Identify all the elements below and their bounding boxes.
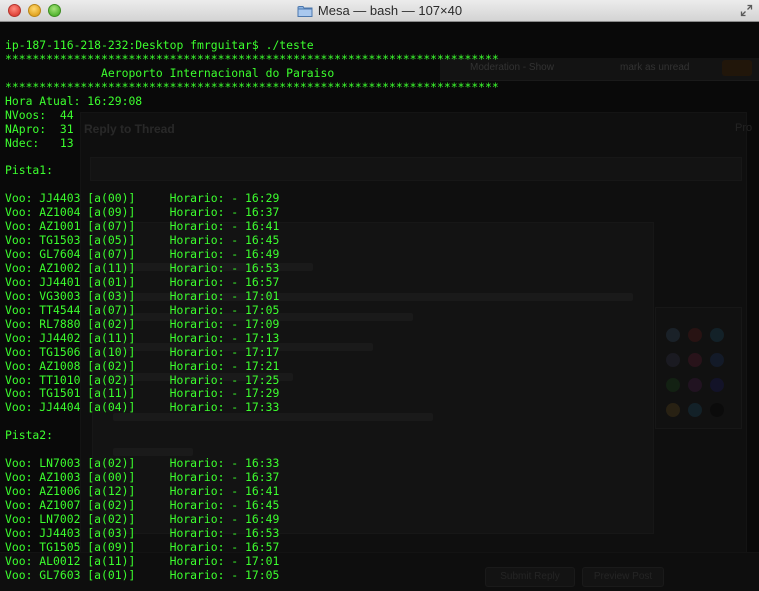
- terminal-line: Voo: AZ1007 [a(02)] Horario: - 16:45: [5, 497, 280, 512]
- terminal-line: Voo: AZ1002 [a(11)] Horario: - 16:53: [5, 261, 280, 275]
- terminal-line: Voo: TT4544 [a(07)] Horario: - 17:05: [5, 302, 280, 317]
- terminal-line: Voo: AZ1006 [a(12)] Horario: - 16:41: [5, 484, 280, 498]
- folder-icon: [297, 5, 313, 17]
- terminal-line: Voo: AZ1004 [a(09)] Horario: - 16:37: [5, 205, 280, 220]
- terminal-line: Voo: TG1503 [a(05)] Horario: - 16:45: [5, 233, 280, 248]
- terminal-line: Voo: VG3003 [a(03)] Horario: - 17:01: [5, 288, 280, 303]
- terminal-content[interactable]: ip-187-116-218-232:Desktop fmrguitar$ ./…: [0, 22, 759, 591]
- terminal-line: Voo: LN7002 [a(02)] Horario: - 16:49: [5, 511, 280, 526]
- title-bar[interactable]: Mesa — bash — 107×40: [0, 0, 759, 22]
- terminal-line: Voo: GL7604 [a(07)] Horario: - 16:49: [5, 247, 280, 262]
- terminal-line: Voo: JJ4403 [a(03)] Horario: - 16:53: [5, 525, 280, 540]
- window-title: Mesa — bash — 107×40: [317, 3, 463, 18]
- terminal-line: Voo: RL7880 [a(02)] Horario: - 17:09: [5, 316, 280, 331]
- terminal-line: Voo: AZ1008 [a(02)] Horario: - 17:21: [5, 358, 280, 373]
- terminal-line: ****************************************…: [5, 51, 499, 66]
- terminal-line: Voo: GL7603 [a(01)] Horario: - 17:05: [5, 567, 280, 582]
- terminal-line: Ndec: 13: [5, 135, 74, 150]
- terminal-line: Voo: AZ1003 [a(00)] Horario: - 16:37: [5, 470, 280, 485]
- terminal-line: Voo: JJ4404 [a(04)] Horario: - 17:33: [5, 400, 280, 415]
- terminal-output: ip-187-116-218-232:Desktop fmrguitar$ ./…: [5, 38, 499, 583]
- terminal-line: Voo: JJ4402 [a(11)] Horario: - 17:13: [5, 330, 280, 345]
- terminal-line: Voo: JJ4403 [a(00)] Horario: - 16:29: [5, 191, 280, 206]
- terminal-line: Hora Atual: 16:29:08: [5, 93, 143, 108]
- terminal-line: Voo: TG1506 [a(10)] Horario: - 17:17: [5, 344, 280, 359]
- window-title-container: Mesa — bash — 107×40: [0, 0, 759, 22]
- terminal-line: ****************************************…: [5, 79, 499, 94]
- terminal-line: Pista2:: [5, 428, 54, 443]
- terminal-line: Voo: AZ1001 [a(07)] Horario: - 16:41: [5, 219, 280, 234]
- fullscreen-arrows-icon[interactable]: [740, 4, 753, 17]
- terminal-line: Voo: TG1505 [a(09)] Horario: - 16:57: [5, 539, 280, 554]
- terminal-line: Voo: JJ4401 [a(01)] Horario: - 16:57: [5, 274, 280, 289]
- terminal-window: Mesa — bash — 107×40 Moderation - Show m…: [0, 0, 759, 591]
- terminal-line: Voo: AL0012 [a(11)] Horario: - 17:01: [5, 553, 280, 568]
- terminal-line: Voo: TT1010 [a(02)] Horario: - 17:25: [5, 372, 280, 387]
- terminal-line: NApro: 31: [5, 121, 74, 136]
- terminal-line: Pista1:: [5, 163, 54, 178]
- terminal-line: NVoos: 44: [5, 107, 74, 122]
- terminal-line: Voo: LN7003 [a(02)] Horario: - 16:33: [5, 456, 280, 471]
- terminal-line: Voo: TG1501 [a(11)] Horario: - 17:29: [5, 386, 280, 401]
- terminal-line: ip-187-116-218-232:Desktop fmrguitar$ ./…: [5, 38, 314, 52]
- terminal-line: Aeroporto Internacional do Paraiso: [5, 65, 335, 80]
